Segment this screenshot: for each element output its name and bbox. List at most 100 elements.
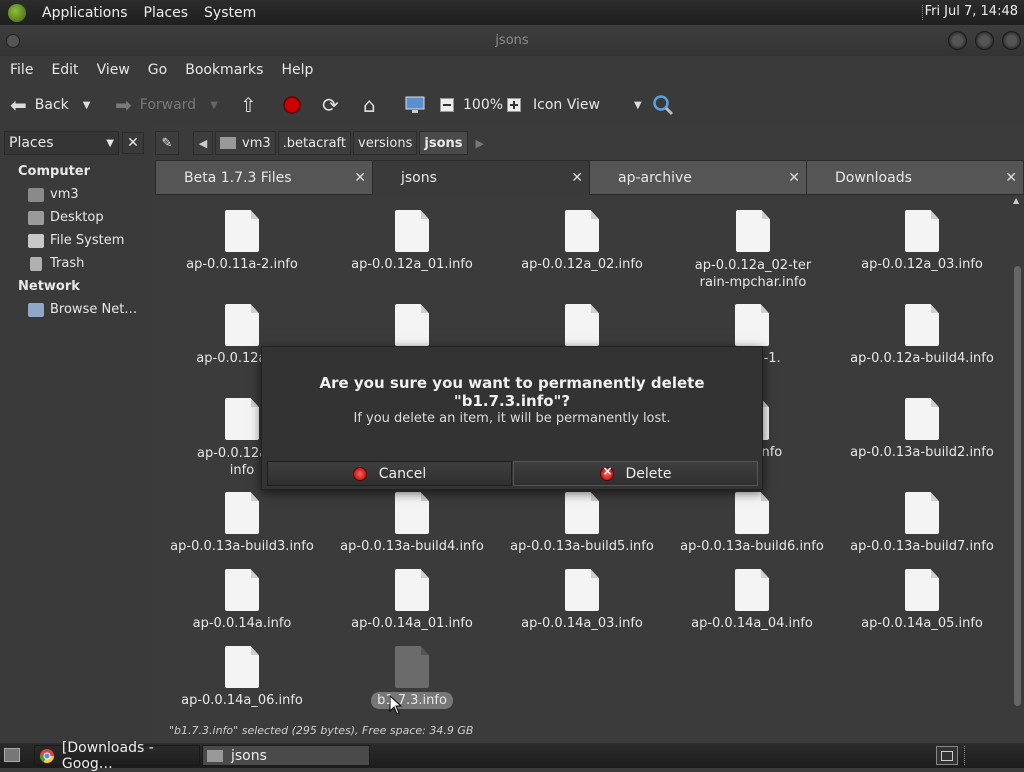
tab-label: jsons <box>401 170 437 186</box>
close-tab-icon[interactable]: ✕ <box>571 170 583 186</box>
taskbar-item-jsons[interactable]: jsons <box>202 745 370 766</box>
clock[interactable]: Fri Jul 7, 14:48 <box>925 4 1018 19</box>
file-item[interactable]: ap-0.0.14a_01.info <box>332 569 492 631</box>
text-file-icon <box>735 569 769 611</box>
computer-button[interactable] <box>404 83 426 127</box>
file-item[interactable]: ap-0.0.14a_03.info <box>502 569 662 631</box>
file-item[interactable]: ap-0.0.13a-build2.info <box>842 398 1002 460</box>
workspace-icon <box>941 751 953 761</box>
trash-icon <box>30 256 42 271</box>
delete-button[interactable]: Delete <box>513 461 758 486</box>
close-window-button[interactable] <box>1002 31 1021 50</box>
close-tab-icon[interactable]: ✕ <box>354 170 366 186</box>
path-scroll-left-button[interactable]: ◀ <box>193 131 213 155</box>
maximize-button[interactable] <box>975 31 994 50</box>
forward-history-dropdown-icon[interactable]: ▼ <box>210 100 218 111</box>
section-network: Network <box>18 279 80 294</box>
reload-button[interactable]: ⟳ <box>322 83 347 127</box>
file-item[interactable]: ap-0.0.13a-build3.info <box>162 492 322 554</box>
side-pane-selector[interactable]: Places ▼ <box>4 131 119 155</box>
tab-ap-archive[interactable]: ap-archive ✕ <box>589 160 807 195</box>
menu-edit[interactable]: Edit <box>43 62 86 78</box>
path-segment-vm3[interactable]: vm3 <box>215 131 276 155</box>
menu-go[interactable]: Go <box>140 62 175 78</box>
tab-downloads[interactable]: Downloads ✕ <box>806 160 1024 195</box>
close-side-pane-button[interactable]: ✕ <box>122 132 144 154</box>
tab-beta-173-files[interactable]: Beta 1.7.3 Files ✕ <box>155 160 373 195</box>
sidebar-item-desktop[interactable]: Desktop <box>28 210 104 225</box>
file-item[interactable]: ap-0.0.13a-build7.info <box>842 492 1002 554</box>
menu-system[interactable]: System <box>196 5 264 21</box>
sidebar-item-vm3[interactable]: vm3 <box>28 187 79 202</box>
show-desktop-icon[interactable] <box>4 748 20 762</box>
back-history-dropdown-icon[interactable]: ▼ <box>83 100 91 111</box>
menu-view[interactable]: View <box>89 62 138 78</box>
zoom-level[interactable]: 100% <box>463 83 503 127</box>
sidebar-item-file-system[interactable]: File System <box>28 233 124 248</box>
vertical-scrollbar[interactable]: ▲ <box>1012 196 1022 706</box>
scroll-up-icon[interactable]: ▲ <box>1013 196 1019 205</box>
file-item[interactable]: ap-0.0.13a-build4.info <box>332 492 492 554</box>
reload-icon: ⟳ <box>322 93 339 117</box>
menu-places[interactable]: Places <box>136 5 197 21</box>
file-item[interactable]: ap-0.0.12a_03.info <box>842 210 1002 272</box>
file-item[interactable]: ap-0.0.14a_05.info <box>842 569 1002 631</box>
path-segment-label: .betacraft <box>282 135 346 151</box>
toggle-location-button[interactable]: ✎ <box>155 131 179 155</box>
file-item[interactable]: ap-0.0.13a-build6.info <box>672 492 832 554</box>
file-item[interactable]: ap-0.0.12a_02-terrain-mpchar.info <box>672 210 834 291</box>
path-segment-versions[interactable]: versions <box>353 131 418 155</box>
file-item[interactable]: ap-0.0.14a_06.info <box>162 646 322 708</box>
forward-button[interactable]: ➡ Forward ▼ <box>115 83 218 127</box>
workspace-switcher[interactable] <box>936 746 958 765</box>
path-segment-betacraft[interactable]: .betacraft <box>277 131 351 155</box>
menu-applications[interactable]: Applications <box>34 5 136 21</box>
stop-button[interactable] <box>282 83 302 127</box>
text-file-icon <box>565 304 599 346</box>
file-item[interactable]: ap-0.0.11a-2.info <box>162 210 322 272</box>
file-name: ap-0.0.13a-build3.info <box>170 539 314 554</box>
text-file-icon <box>735 492 769 534</box>
back-button[interactable]: ⬅ Back ▼ <box>10 83 90 127</box>
zoom-out-button[interactable] <box>440 83 454 127</box>
cancel-button[interactable]: Cancel <box>267 461 512 486</box>
file-item[interactable] <box>502 304 662 351</box>
zoom-in-button[interactable] <box>507 83 521 127</box>
file-item[interactable] <box>332 304 492 351</box>
taskbar-item-label: jsons <box>231 747 267 764</box>
text-file-icon <box>225 492 259 534</box>
file-item[interactable]: ap-0.0.14a.info <box>162 569 322 631</box>
taskbar-item-chrome[interactable]: [Downloads - Goog… <box>34 740 200 772</box>
menu-help[interactable]: Help <box>273 62 321 78</box>
back-label: Back <box>34 97 69 113</box>
file-item[interactable]: ap-0.0.12a_01.info <box>332 210 492 272</box>
menu-bookmarks[interactable]: Bookmarks <box>177 62 271 78</box>
window-titlebar[interactable]: jsons <box>0 25 1024 56</box>
delete-label: Delete <box>625 465 672 482</box>
sidebar-item-trash[interactable]: Trash <box>28 256 84 271</box>
delete-icon <box>599 464 615 481</box>
file-item[interactable]: ap-0.0.14a_04.info <box>672 569 832 631</box>
dialog-title: Are you sure you want to permanently del… <box>319 374 705 410</box>
view-mode-select[interactable]: Icon View ▼ <box>533 83 642 127</box>
path-segment-jsons[interactable]: jsons <box>419 131 468 155</box>
close-tab-icon[interactable]: ✕ <box>1005 170 1017 186</box>
window-menu-icon[interactable] <box>6 34 20 48</box>
file-item[interactable]: ap-0.0.12a_02.info <box>502 210 662 272</box>
file-item-selected[interactable]: b1.7.3.info <box>332 646 492 709</box>
menu-file[interactable]: File <box>2 62 41 78</box>
path-scroll-right-icon[interactable]: ▶ <box>476 137 484 150</box>
tab-jsons[interactable]: jsons ✕ <box>372 160 590 195</box>
distro-logo-icon[interactable] <box>8 3 26 22</box>
text-file-icon <box>225 398 259 440</box>
file-item[interactable]: ap-0.0.13a-build5.info <box>502 492 662 554</box>
home-button[interactable]: ⌂ <box>363 83 384 127</box>
up-button[interactable]: ⇧ <box>240 83 265 127</box>
scrollbar-thumb[interactable] <box>1014 266 1021 706</box>
file-name: ap-0.0.12a_03.info <box>861 257 983 272</box>
minimize-button[interactable] <box>948 31 967 50</box>
search-button[interactable] <box>652 83 674 127</box>
close-tab-icon[interactable]: ✕ <box>788 170 800 186</box>
sidebar-item-browse-network[interactable]: Browse Net… <box>28 302 137 317</box>
file-item[interactable]: ap-0.0.12a-build4.info <box>842 304 1002 366</box>
